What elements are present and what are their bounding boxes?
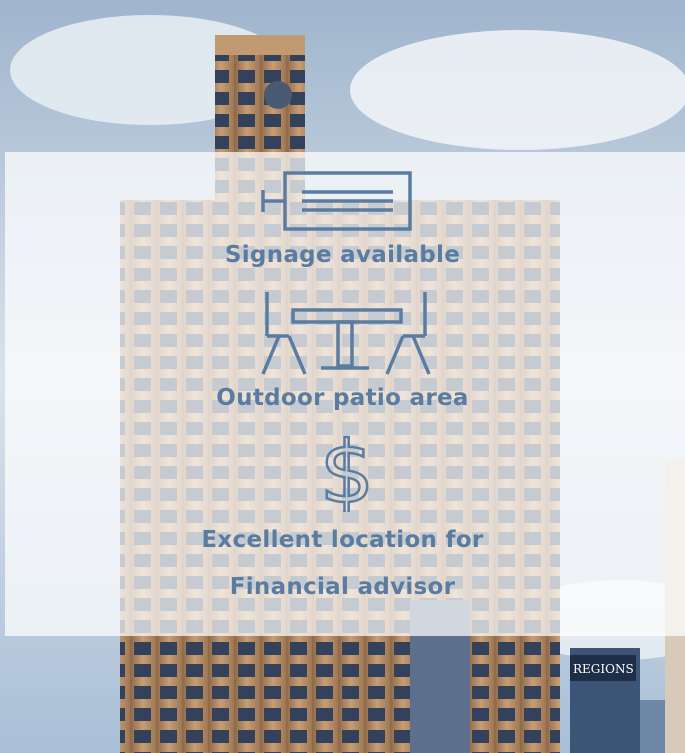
svg-text:$: $ — [320, 424, 375, 512]
feature-signage-label: Signage available — [224, 242, 461, 268]
sign-icon — [261, 171, 412, 231]
dollar-icon: $ — [318, 424, 375, 512]
feature-location-label: Excellent location for — [201, 527, 484, 553]
hero-panel: REGIONS Signage available Outdoor patio … — [0, 0, 685, 753]
regions-sign: REGIONS — [573, 662, 634, 676]
feature-patio-label: Outdoor patio area — [216, 385, 469, 411]
feature-location-label-line2: Financial advisor — [229, 574, 456, 600]
patio-table-icon — [261, 292, 431, 375]
